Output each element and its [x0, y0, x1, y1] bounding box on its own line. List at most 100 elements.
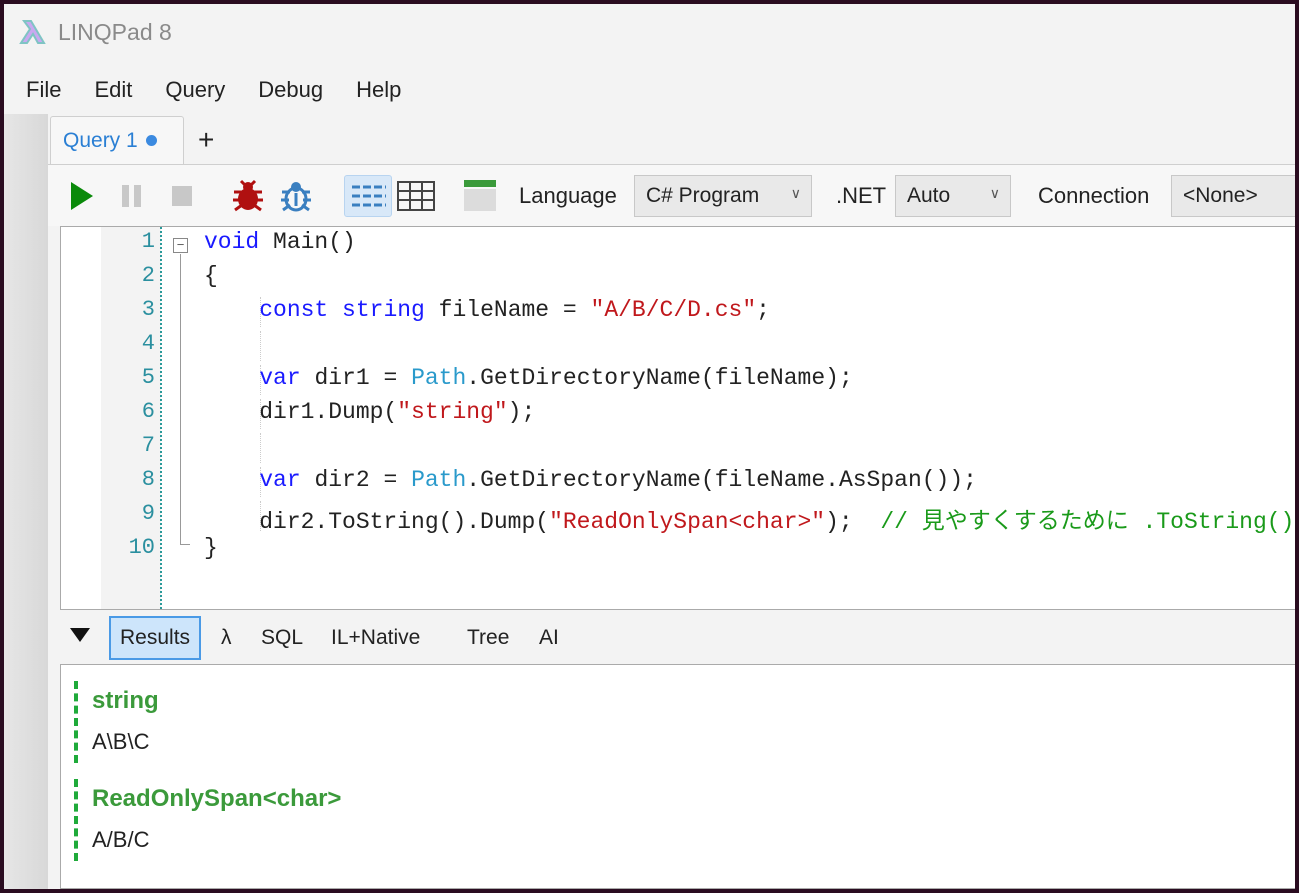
code-token: dir1.Dump(	[204, 399, 398, 425]
tab-lambda[interactable]: λ	[212, 616, 241, 660]
code-token-kw: string	[342, 297, 425, 323]
tab-sql[interactable]: SQL	[252, 616, 312, 660]
code-token-kw: const	[259, 297, 329, 323]
fold-collapse-icon[interactable]: −	[173, 238, 188, 253]
code-token: dir1 =	[300, 365, 412, 391]
language-label: Language	[519, 183, 617, 208]
code-token-str: "string"	[397, 399, 508, 425]
code-token-kw: var	[259, 365, 301, 391]
list-view-icon	[352, 185, 386, 207]
net-version-dropdown[interactable]: Auto ∨	[895, 175, 1011, 217]
gutter-separator	[160, 227, 162, 609]
debug-step-button[interactable]	[276, 175, 316, 217]
dump-block: string A\B\C	[74, 681, 159, 763]
panel-icon	[464, 180, 496, 211]
grid-icon	[397, 181, 435, 211]
rich-text-results-button[interactable]	[344, 175, 392, 217]
code-token: {	[204, 263, 218, 289]
menu-help[interactable]: Help	[356, 77, 401, 103]
menu-debug[interactable]: Debug	[258, 77, 323, 103]
connection-dropdown[interactable]: <None>	[1171, 175, 1295, 217]
stop-button[interactable]	[166, 175, 198, 217]
run-button[interactable]	[66, 175, 98, 217]
connection-label: Connection	[1038, 183, 1150, 208]
tab-results[interactable]: Results	[109, 616, 202, 660]
line-number: 3	[141, 297, 155, 322]
language-value: C# Program	[646, 184, 760, 207]
menu-edit[interactable]: Edit	[94, 77, 132, 103]
toolbar: Language C# Program ∨ .NET Auto ∨ Connecti…	[48, 164, 1295, 226]
dump-heading: string	[92, 687, 159, 714]
stop-icon	[172, 186, 192, 206]
line-number: 6	[141, 399, 155, 424]
chevron-down-icon: ∨	[989, 185, 1000, 201]
title-bar: LINQPad 8	[4, 4, 1295, 60]
line-number: 10	[128, 535, 155, 560]
line-number: 7	[141, 433, 155, 458]
menu-file[interactable]: File	[26, 77, 61, 103]
code-line: var dir1 = Path.GetDirectoryName(fileNam…	[204, 365, 853, 391]
indent-guide	[260, 331, 261, 361]
tab-il-native[interactable]: IL+Native	[322, 616, 429, 660]
bug-step-icon	[281, 182, 311, 212]
net-label: .NET	[836, 183, 887, 208]
menu-query[interactable]: Query	[165, 77, 225, 103]
code-token-str: "ReadOnlySpan<char>"	[549, 509, 826, 535]
window-title: LINQPad 8	[58, 18, 172, 45]
play-icon	[71, 182, 93, 210]
line-number: 2	[141, 263, 155, 288]
tab-query-1[interactable]: Query 1	[50, 116, 184, 164]
pause-button[interactable]	[116, 175, 148, 217]
code-token: dir2 =	[300, 467, 412, 493]
left-panel-edge	[4, 114, 48, 889]
indent-guide	[260, 433, 261, 463]
linqpad-window: LINQPad 8 File Edit Query Debug Help Que…	[4, 4, 1295, 889]
code-token: ;	[756, 297, 770, 323]
code-line: const string fileName = "A/B/C/D.cs";	[204, 297, 770, 323]
code-token-ty: Path	[411, 467, 467, 493]
add-tab-button[interactable]: +	[198, 124, 214, 156]
line-number: 9	[141, 501, 155, 526]
dump-value: A/B/C	[92, 827, 150, 852]
line-number: 1	[141, 229, 155, 254]
code-token: );	[507, 399, 536, 425]
code-editor[interactable]: − 1 void Main() 2 {3 const string fileName …	[60, 226, 1295, 610]
code-token: fileName =	[424, 297, 591, 323]
code-token-ty: Path	[411, 365, 467, 391]
tab-tree[interactable]: Tree	[458, 616, 518, 660]
toggle-results-panel-button[interactable]	[460, 175, 500, 217]
code-token: Main()	[259, 229, 356, 255]
code-token: );	[825, 509, 881, 535]
code-token: dir2.ToString().Dump(	[204, 509, 550, 535]
results-tab-bar: Results λ SQL IL+Native Tree AI	[60, 614, 1295, 662]
debug-button[interactable]	[228, 175, 268, 217]
code-token-str: "A/B/C/D.cs"	[590, 297, 757, 323]
unsaved-dot-icon	[145, 135, 157, 146]
query-content: Query 1 + Language C# Program ∨ .NET Auto…	[48, 114, 1295, 889]
code-token-kw: void	[204, 229, 260, 255]
code-token-cm: // 見やすくするために .ToString()	[880, 509, 1295, 535]
fold-guide-end	[180, 544, 190, 545]
net-version-value: Auto	[907, 184, 951, 207]
code-token-kw: var	[259, 467, 301, 493]
dump-value: A\B\C	[92, 729, 150, 754]
code-line: dir2.ToString().Dump("ReadOnlySpan<char>…	[204, 501, 1294, 535]
tab-ai[interactable]: AI	[530, 616, 568, 660]
code-line: void Main()	[204, 229, 356, 255]
fold-guide	[180, 254, 181, 544]
collapse-results-icon[interactable]	[70, 628, 90, 642]
line-number: 4	[141, 331, 155, 356]
line-number: 5	[141, 365, 155, 390]
chevron-down-icon: ∨	[790, 185, 801, 201]
connection-value: <None>	[1183, 184, 1258, 207]
menu-bar: File Edit Query Debug Help	[4, 66, 434, 114]
code-line: {	[204, 263, 218, 289]
line-number: 8	[141, 467, 155, 492]
language-dropdown[interactable]: C# Program ∨	[634, 175, 812, 217]
grid-results-button[interactable]	[396, 175, 436, 217]
tab-label: Query 1	[63, 128, 138, 152]
bug-icon	[233, 179, 263, 212]
